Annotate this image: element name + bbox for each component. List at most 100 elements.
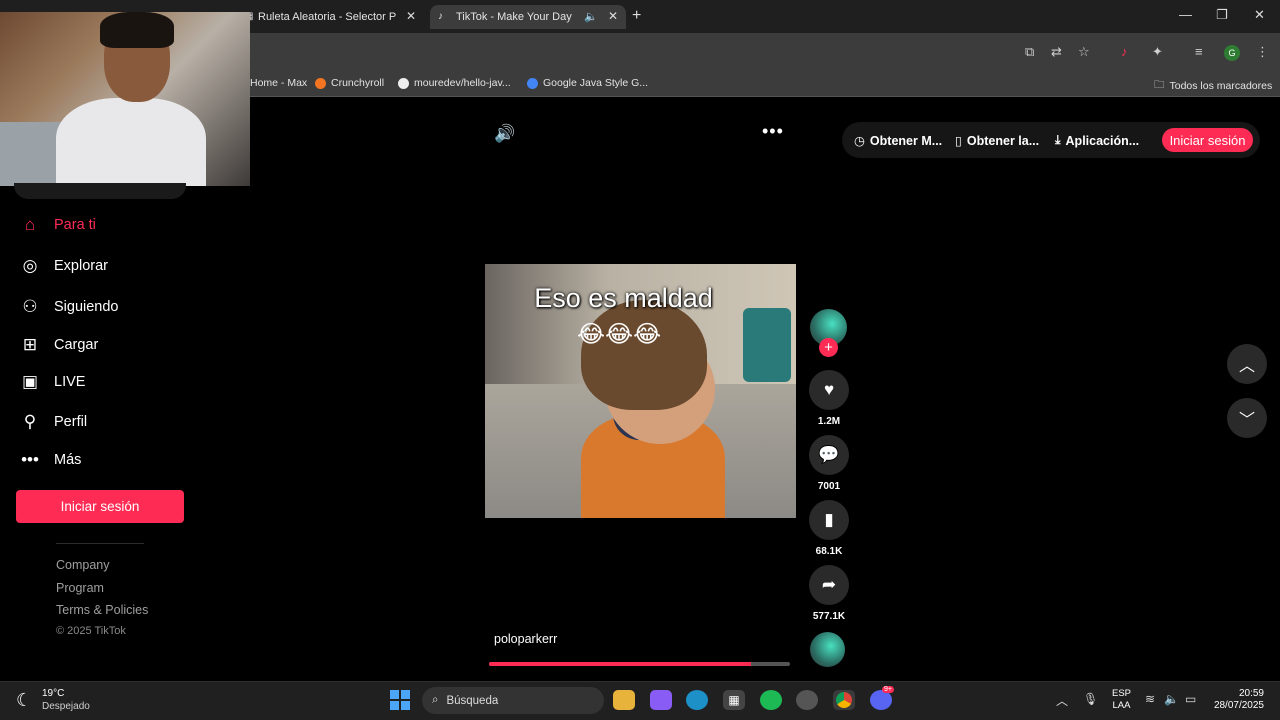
tab-ruleta[interactable]: ▦ Ruleta Aleatoria - Selector Perso ✕ [236,5,424,29]
save-button[interactable]: ▮ [809,500,849,540]
tab-label: TikTok - Make Your Day [456,11,572,23]
coin-icon: ◷ [854,134,865,148]
moon-icon[interactable]: ☾ [16,690,32,711]
github-icon [398,77,409,89]
sidebar-item-live[interactable]: ▣ LIVE [20,372,85,392]
file-explorer-icon[interactable] [613,690,635,710]
video-progress-fill [489,662,751,666]
more-dots-icon: ••• [21,450,39,469]
sidebar-item-cargar[interactable]: ⊞ Cargar [20,335,98,355]
sidebar-item-siguiendo[interactable]: ⚇ Siguiendo [20,297,118,317]
close-icon[interactable]: ✕ [608,9,618,23]
home-icon: ⌂ [24,215,36,234]
video-caption: Eso es maldad [534,283,713,313]
crunchyroll-icon [315,77,326,89]
discord-badge: 9+ [882,686,894,693]
bookmark-crunchyroll[interactable]: Crunchyroll [315,77,384,89]
media-queue-icon[interactable]: ≡ [1195,44,1203,59]
kebab-menu-icon[interactable]: ⋮ [1256,44,1269,60]
discord-icon[interactable] [870,690,892,710]
plus-square-icon: ⊞ [22,335,38,354]
tab-tiktok[interactable]: ♪ TikTok - Make Your Day 🔈 ✕ [430,5,626,29]
window-close-icon[interactable]: ✕ [1254,7,1265,23]
bookmark-google-java[interactable]: Google Java Style G... [527,77,648,89]
bookmark-home-max[interactable]: Home - Max [250,77,307,89]
chrome-icon[interactable] [833,690,855,710]
translate-icon[interactable]: ⇄ [1051,44,1062,60]
sidebar-item-para-ti[interactable]: ⌂ Para ti [20,215,96,235]
music-avatar[interactable] [810,632,845,667]
spotify-icon[interactable] [760,690,782,710]
lang-top: ESP [1112,688,1132,699]
sidebar-login-button[interactable]: Iniciar sesión [16,490,184,523]
battery-icon[interactable]: ▭ [1185,692,1196,706]
get-coins-link[interactable]: ◷ Obtener M... [854,133,943,149]
phone-icon: ▯ [955,134,962,148]
install-app-icon[interactable]: ⧉ [1025,44,1034,60]
speaker-icon[interactable]: 🔈 [584,10,598,23]
bookmark-label: Crunchyroll [331,77,385,89]
search-bar[interactable] [14,183,186,199]
footer-link-program[interactable]: Program [56,581,104,595]
next-video-button[interactable]: ﹀ [1227,398,1267,438]
desktop-app-link[interactable]: ⤓ Aplicación... [1055,133,1139,148]
sidebar-item-explorar[interactable]: ◎ Explorar [20,256,108,276]
video-progress-bar[interactable] [489,662,790,666]
weather-temperature[interactable]: 19°C [42,688,64,699]
header-login-button[interactable]: Iniciar sesión [1162,128,1253,152]
profile-avatar[interactable]: G [1224,45,1240,61]
previous-video-button[interactable]: ︿ [1227,344,1267,384]
comment-icon: 💬 [818,445,840,464]
speaker-icon[interactable]: 🔈 [1164,692,1179,706]
sidebar-item-perfil[interactable]: ⚲ Perfil [20,412,87,432]
minimize-icon[interactable]: — [1179,7,1192,22]
tiktok-extension-icon[interactable]: ♪ [1121,44,1128,59]
language-indicator[interactable]: ESP LAA [1112,688,1131,712]
volume-icon[interactable]: 🔊 [494,124,515,144]
weather-description[interactable]: Despejado [42,701,90,712]
footer-link-terms[interactable]: Terms & Policies [56,603,148,617]
share-icon: ➦ [821,575,837,594]
bookmark-label: Home - Max [250,77,308,89]
restore-icon[interactable]: ❐ [1216,7,1228,23]
footer-link-company[interactable]: Company [56,558,110,572]
get-app-link[interactable]: ▯ Obtener la... [955,133,1040,149]
star-icon[interactable]: ☆ [1078,44,1090,60]
header-link-label: Obtener M... [869,133,943,148]
taskbar-clock[interactable]: 20:59 28/07/2025 [1208,688,1264,712]
sidebar-item-label: Explorar [54,258,108,274]
app-icon[interactable] [796,690,818,710]
follow-button[interactable]: + [819,338,838,357]
video-player[interactable]: Eso es maldad 😂😂😂 [485,264,796,518]
comment-count: 7001 [817,481,841,492]
share-button[interactable]: ➦ [809,565,849,605]
header-link-label: Obtener la... [966,133,1040,148]
sidebar-item-label: Cargar [54,337,99,353]
new-tab-icon[interactable]: + [632,7,641,25]
bookmark-github[interactable]: mouredev/hello-jav... [398,77,511,89]
extensions-puzzle-icon[interactable]: ✦ [1152,44,1163,60]
wifi-icon[interactable]: ≋ [1145,692,1155,706]
taskbar-search[interactable]: ⌕ Búsqueda [422,687,604,714]
comment-button[interactable]: 💬 [809,435,849,475]
more-options-icon[interactable]: ••• [762,121,784,142]
sidebar-item-mas[interactable]: ••• Más [20,450,81,470]
folder-icon: 🗀 [1154,79,1165,91]
copilot-icon[interactable] [650,690,672,710]
video-emojis: 😂😂😂 [577,321,662,348]
video-author[interactable]: poloparkerr [494,632,557,646]
microphone-icon[interactable]: 🎙 [1083,692,1098,706]
like-button[interactable]: ♥ [809,370,849,410]
tray-chevron-icon[interactable]: ︿ [1056,692,1068,709]
sidebar-item-label: Para ti [54,217,96,233]
person-icon: ⚲ [23,412,37,431]
download-icon: ⤓ [1055,133,1061,147]
save-count: 68.1K [815,546,843,557]
close-icon[interactable]: ✕ [406,9,416,23]
all-bookmarks[interactable]: 🗀 Todos los marcadores [1154,77,1272,95]
share-count: 577.1K [812,611,846,622]
edge-icon[interactable] [686,690,708,710]
store-icon[interactable]: ▦ [723,690,745,710]
windows-start-icon[interactable] [390,690,410,710]
compass-icon: ◎ [22,256,38,275]
